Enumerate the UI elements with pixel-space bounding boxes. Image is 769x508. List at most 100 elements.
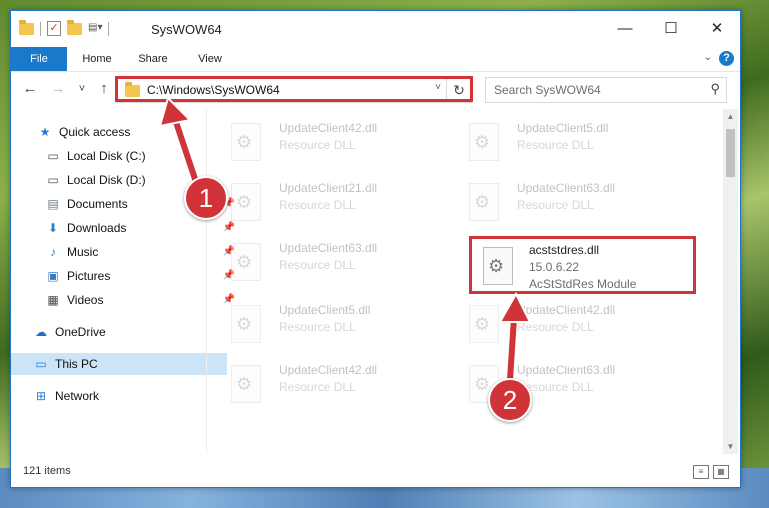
status-bar: 121 items ≡ ▦ [11, 461, 740, 485]
recent-locations-button[interactable]: ˅ [73, 79, 91, 99]
folder-icon [125, 82, 140, 97]
sidebar-item-label: Downloads [67, 221, 127, 235]
step-2-badge: 2 [488, 378, 532, 422]
tab-share[interactable]: Share [129, 47, 177, 71]
drive-icon: ▭ [47, 149, 59, 163]
dll-file-icon: ⚙ [231, 183, 261, 221]
file-type: Resource DLL [517, 320, 594, 334]
up-button[interactable]: ↑ [95, 79, 113, 99]
sidebar-item-videos[interactable]: ▦ Videos 📌 [11, 289, 239, 311]
tab-home[interactable]: Home [73, 47, 121, 71]
file-item[interactable]: ⚙ UpdateClient63.dll Resource DLL [449, 175, 669, 227]
search-icon[interactable]: ⚲ [710, 81, 720, 97]
expand-ribbon-icon[interactable]: ⌄ [704, 52, 712, 63]
navigation-bar: ← → ˅ ↑ C:\Windows\SysWOW64 ˅ ↻ ⚲ [11, 73, 740, 105]
file-type: Resource DLL [279, 380, 356, 394]
sidebar-item-label: Documents [67, 197, 128, 211]
large-icons-view-icon[interactable]: ▦ [713, 465, 729, 479]
star-icon: ★ [39, 125, 51, 139]
file-type: Resource DLL [279, 320, 356, 334]
sidebar-item-label: Local Disk (C:) [67, 149, 146, 163]
file-name: UpdateClient42.dll [517, 303, 616, 317]
sidebar-item-music[interactable]: ♪ Music 📌 [11, 241, 239, 263]
item-count: 121 items [23, 465, 71, 477]
file-name: UpdateClient42.dll [279, 363, 378, 377]
sidebar-item-label: Network [55, 389, 100, 403]
file-item[interactable]: ⚙ UpdateClient42.dll Resource DLL [449, 297, 669, 349]
file-item[interactable]: ⚙ UpdateClient63.dll Resource DLL [449, 357, 669, 409]
pane-divider [206, 109, 207, 454]
search-box[interactable]: ⚲ [485, 77, 727, 103]
documents-icon: ▤ [47, 197, 59, 211]
minimize-button[interactable]: — [602, 11, 648, 45]
file-type: Resource DLL [279, 198, 356, 212]
file-type: Resource DLL [279, 138, 356, 152]
network-icon: ⊞ [35, 389, 47, 403]
file-type: Resource DLL [279, 258, 356, 272]
file-item[interactable]: ⚙ UpdateClient63.dll Resource DLL [211, 235, 431, 287]
file-item[interactable]: ⚙ UpdateClient42.dll Resource DLL [211, 115, 431, 167]
details-view-icon[interactable]: ≡ [693, 465, 709, 479]
tab-file[interactable]: File [11, 47, 67, 71]
sidebar-item-downloads[interactable]: ⬇ Downloads 📌 [11, 217, 239, 239]
scrollbar-thumb[interactable] [726, 129, 735, 177]
address-path[interactable]: C:\Windows\SysWOW64 [147, 83, 280, 97]
dll-file-icon: ⚙ [231, 243, 261, 281]
dll-file-icon: ⚙ [469, 305, 499, 343]
file-type: Resource DLL [517, 198, 594, 212]
file-name: UpdateClient63.dll [517, 363, 616, 377]
file-name: UpdateClient63.dll [517, 181, 616, 195]
file-name: UpdateClient5.dll [517, 121, 609, 135]
sidebar-item-label: Videos [67, 293, 104, 307]
file-name: UpdateClient5.dll [279, 303, 371, 317]
scroll-up-arrow-icon[interactable]: ▲ [723, 109, 738, 124]
quick-access-toolbar: ✓ ▤▾ [19, 19, 109, 36]
maximize-button[interactable]: ☐ [648, 11, 694, 45]
file-name: UpdateClient63.dll [279, 241, 378, 255]
back-button[interactable]: ← [21, 79, 39, 99]
sidebar-item-label: This PC [55, 357, 98, 371]
file-item[interactable]: ⚙ UpdateClient5.dll Resource DLL [449, 115, 669, 167]
window-title: SysWOW64 [151, 22, 222, 37]
sidebar-item-onedrive[interactable]: ☁ OneDrive [11, 321, 227, 343]
sidebar-item-this-pc[interactable]: ▭ This PC [11, 353, 227, 375]
explorer-window: ✓ ▤▾ SysWOW64 — ☐ ✕ File Home Share View… [10, 10, 741, 488]
sidebar-item-pictures[interactable]: ▣ Pictures 📌 [11, 265, 239, 287]
forward-button[interactable]: → [49, 79, 67, 99]
ribbon: File Home Share View ⌄ ? [11, 47, 740, 72]
file-type: Resource DLL [517, 138, 594, 152]
file-name: UpdateClient21.dll [279, 181, 378, 195]
file-item[interactable]: ⚙ UpdateClient42.dll Resource DLL [211, 357, 431, 409]
vertical-scrollbar[interactable]: ▲ ▼ [723, 109, 738, 454]
sidebar-item-label: Local Disk (D:) [67, 173, 146, 187]
navigation-pane: ★ Quick access ▭ Local Disk (C:) ▭ Local… [11, 115, 235, 455]
tab-view[interactable]: View [187, 47, 233, 71]
address-dropdown-icon[interactable]: ˅ [435, 82, 441, 93]
file-item[interactable]: ⚙ UpdateClient5.dll Resource DLL [211, 297, 431, 349]
dll-file-icon: ⚙ [469, 123, 499, 161]
sidebar-item-label: Quick access [59, 125, 131, 139]
file-name: UpdateClient42.dll [279, 121, 378, 135]
file-highlight-box [469, 236, 696, 294]
pictures-icon: ▣ [47, 269, 59, 283]
sidebar-item-local-disk-c[interactable]: ▭ Local Disk (C:) [11, 145, 239, 167]
address-bar[interactable]: C:\Windows\SysWOW64 ˅ ↻ [116, 77, 472, 103]
drive-icon: ▭ [47, 173, 59, 187]
sidebar-item-network[interactable]: ⊞ Network [11, 385, 227, 407]
help-icon[interactable]: ? [719, 51, 734, 66]
folder-icon [19, 19, 34, 35]
search-input[interactable] [492, 82, 696, 98]
separator [40, 21, 41, 36]
scroll-down-arrow-icon[interactable]: ▼ [723, 439, 738, 454]
file-item[interactable]: ⚙ UpdateClient21.dll Resource DLL [211, 175, 431, 227]
sidebar-item-label: OneDrive [55, 325, 106, 339]
close-button[interactable]: ✕ [694, 11, 740, 45]
sidebar-item-quick-access[interactable]: ★ Quick access [11, 121, 231, 143]
dll-file-icon: ⚙ [469, 183, 499, 221]
dll-file-icon: ⚙ [231, 305, 261, 343]
downloads-icon: ⬇ [47, 221, 59, 235]
customize-toolbar-icon[interactable]: ▤▾ [88, 22, 102, 36]
properties-icon[interactable]: ✓ [47, 21, 61, 36]
refresh-button[interactable]: ↻ [446, 78, 471, 102]
new-folder-icon[interactable] [67, 19, 82, 35]
